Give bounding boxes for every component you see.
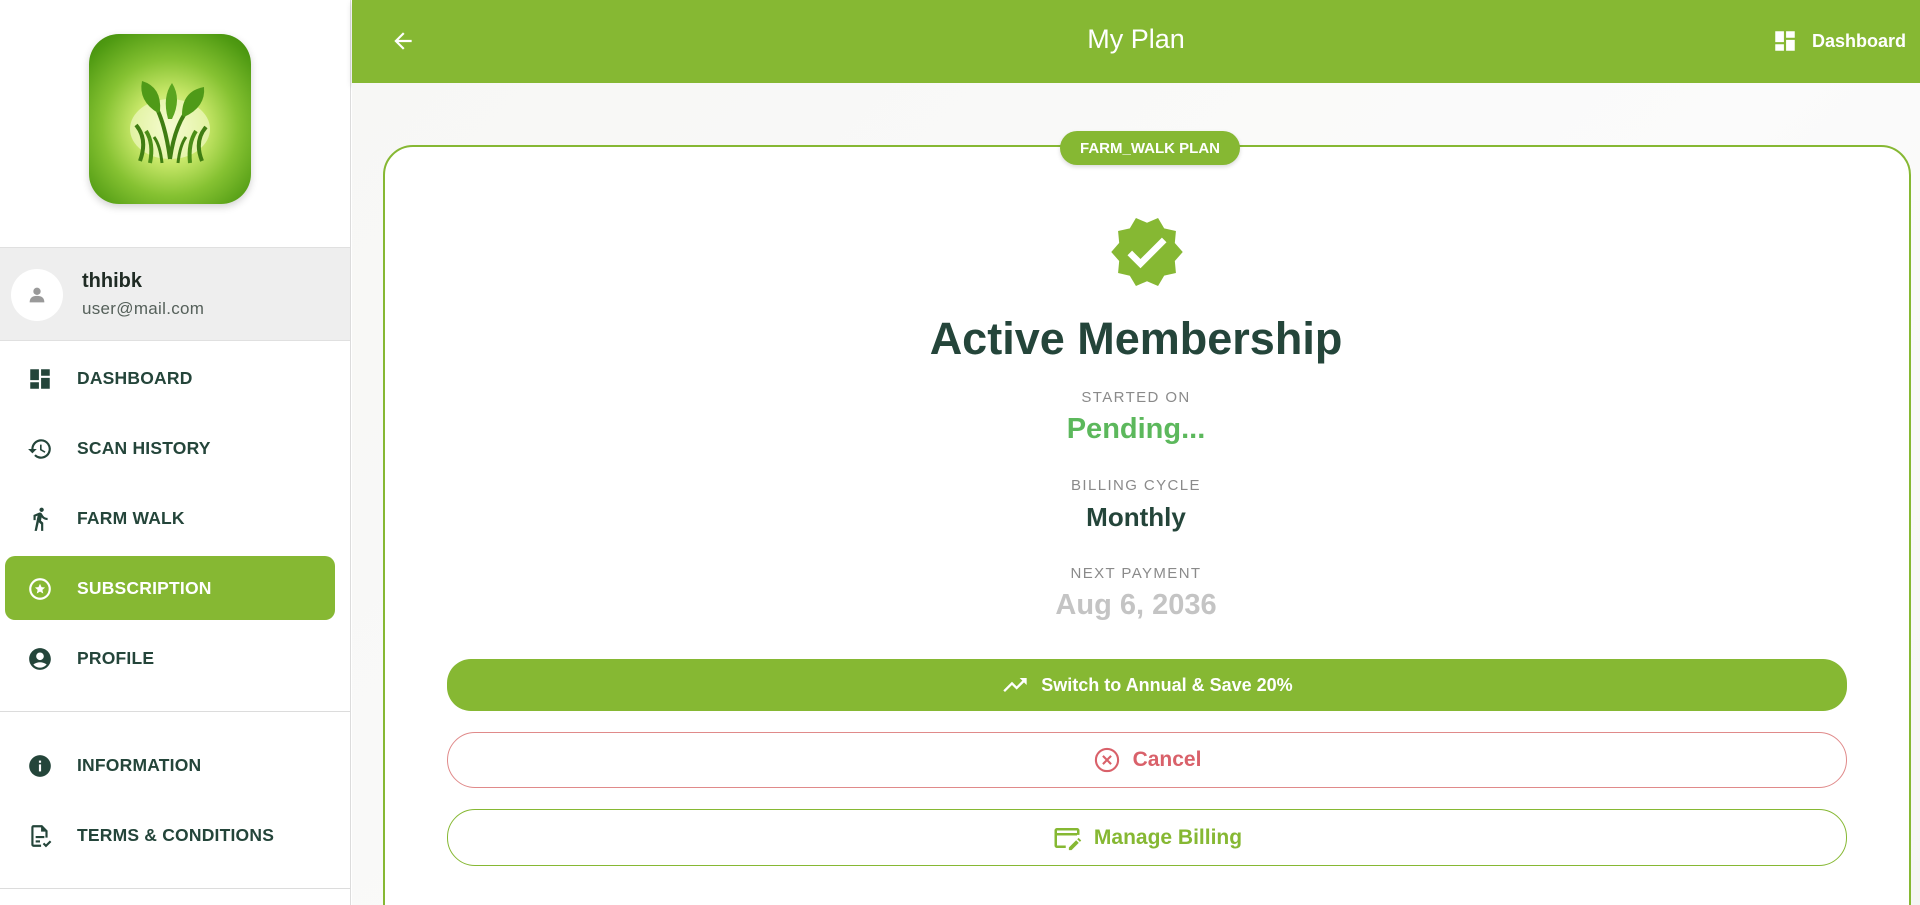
sidebar-item-information[interactable]: INFORMATION <box>5 733 335 797</box>
plan-badge: FARM_WALK PLAN <box>1060 131 1240 165</box>
sidebar-item-label: SUBSCRIPTION <box>77 577 212 598</box>
cancel-label: Cancel <box>1132 748 1202 771</box>
app-header: My Plan Dashboard <box>352 0 1920 83</box>
user-name: thhibk <box>82 270 142 292</box>
document-check-icon <box>27 823 53 849</box>
next-payment-label: NEXT PAYMENT <box>1070 565 1202 582</box>
sidebar-item-dashboard[interactable]: DASHBOARD <box>5 346 335 410</box>
sidebar-item-label: INFORMATION <box>77 754 202 775</box>
sidebar-item-profile[interactable]: PROFILE <box>5 626 335 690</box>
switch-annual-label: Switch to Annual & Save 20% <box>1041 674 1293 695</box>
switch-annual-button[interactable]: Switch to Annual & Save 20% <box>447 659 1847 711</box>
billing-cycle-value: Monthly <box>1086 502 1186 532</box>
star-circle-icon <box>27 576 53 602</box>
sidebar-item-terms[interactable]: TERMS & CONDITIONS <box>5 803 335 867</box>
membership-status-title: Active Membership <box>929 313 1343 364</box>
sidebar-item-farm-walk[interactable]: FARM WALK <box>5 486 335 550</box>
sidebar: thhibk user@mail.com DASHBOARD SCAN HIST… <box>0 0 351 905</box>
trending-up-icon <box>1001 671 1029 699</box>
dashboard-icon <box>1775 31 1795 51</box>
plant-logo-icon <box>130 81 210 164</box>
started-on-label: STARTED ON <box>1081 389 1191 406</box>
started-on-value: Pending... <box>1066 413 1206 445</box>
app-logo <box>89 34 251 204</box>
person-icon <box>29 287 45 303</box>
cancel-button[interactable]: Cancel <box>447 732 1847 788</box>
sidebar-divider <box>0 888 350 889</box>
account-circle-icon <box>27 646 53 672</box>
avatar <box>11 269 63 321</box>
dashboard-icon <box>27 366 53 392</box>
user-email: user@mail.com <box>82 299 205 318</box>
page-title: My Plan <box>1087 24 1185 54</box>
user-panel: thhibk user@mail.com <box>0 247 350 341</box>
sidebar-divider <box>0 711 350 712</box>
sidebar-item-label: FARM WALK <box>77 507 185 528</box>
credit-card-edit-icon <box>1052 823 1082 853</box>
dashboard-header-label: Dashboard <box>1811 30 1906 51</box>
info-icon <box>27 753 53 779</box>
sidebar-item-label: DASHBOARD <box>77 367 193 388</box>
sidebar-item-subscription[interactable]: SUBSCRIPTION <box>5 556 335 620</box>
cancel-icon <box>1093 746 1121 774</box>
billing-cycle-label: BILLING CYCLE <box>1071 477 1201 494</box>
dashboard-header-button[interactable]: Dashboard <box>1772 28 1906 54</box>
history-icon <box>27 436 53 462</box>
sidebar-item-label: SCAN HISTORY <box>77 437 211 458</box>
sidebar-item-scan-history[interactable]: SCAN HISTORY <box>5 416 335 480</box>
manage-billing-button[interactable]: Manage Billing <box>447 809 1847 866</box>
sidebar-item-label: PROFILE <box>77 647 155 668</box>
walk-icon <box>27 506 53 532</box>
sidebar-item-label: TERMS & CONDITIONS <box>77 824 275 845</box>
verified-badge-icon <box>1111 218 1183 287</box>
next-payment-value: Aug 6, 2036 <box>1055 589 1217 621</box>
manage-billing-label: Manage Billing <box>1093 825 1243 849</box>
